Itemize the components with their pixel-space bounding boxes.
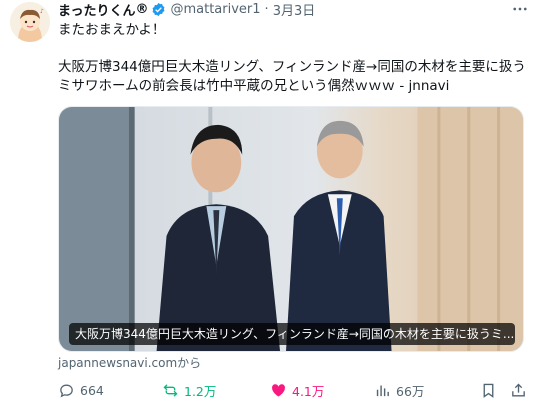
like-button[interactable]: 4.1万 [270,380,324,400]
share-icon [512,383,525,396]
repost-count: 1.2万 [184,383,217,399]
views-chart-icon [376,385,389,396]
avatar-illustration-icon: ♪ [10,2,50,42]
action-bar: 664 1.2万 4.1万 66万 [58,380,528,400]
link-card[interactable]: 大阪万博344億円巨大木造リング、フィンランド産→同国の木材を主要に扱うミ... [58,106,524,352]
heart-icon [272,383,285,397]
bookmark-button[interactable] [480,380,502,400]
like-count: 4.1万 [292,383,325,399]
more-icon [513,7,527,11]
verified-badge-icon [151,2,166,17]
author-handle[interactable]: @mattariver1 [170,2,260,17]
views-button[interactable]: 66万 [374,380,424,400]
reply-count: 664 [80,382,104,398]
author-badge: ® [135,1,149,17]
post-text-body: 大阪万博344億円巨大木造リング、フィンランド産→同国の木材を主要に扱うミサワホ… [58,59,526,94]
post-date[interactable]: 3月3日 [273,0,316,19]
view-count: 66万 [396,383,425,399]
card-caption: 大阪万博344億円巨大木造リング、フィンランド産→同国の木材を主要に扱うミ... [69,323,515,345]
repost-icon [163,383,178,397]
reply-button[interactable]: 664 [58,380,104,400]
reply-icon [60,384,73,397]
card-source[interactable]: japannewsnavi.comから [58,354,201,371]
repost-button[interactable]: 1.2万 [162,380,216,400]
author-name[interactable]: まったりくん [58,0,135,19]
post-text-line1: またおまえかよ！ [58,22,166,38]
header-separator: · [264,1,269,17]
post-header: まったりくん ® @mattariver1 · 3月3日 [58,0,316,19]
more-options-button[interactable] [508,0,532,18]
bookmark-icon [483,383,494,398]
svg-text:♪: ♪ [40,8,44,15]
share-button[interactable] [510,380,532,400]
avatar[interactable]: ♪ [10,2,50,42]
article-photo [59,107,523,351]
